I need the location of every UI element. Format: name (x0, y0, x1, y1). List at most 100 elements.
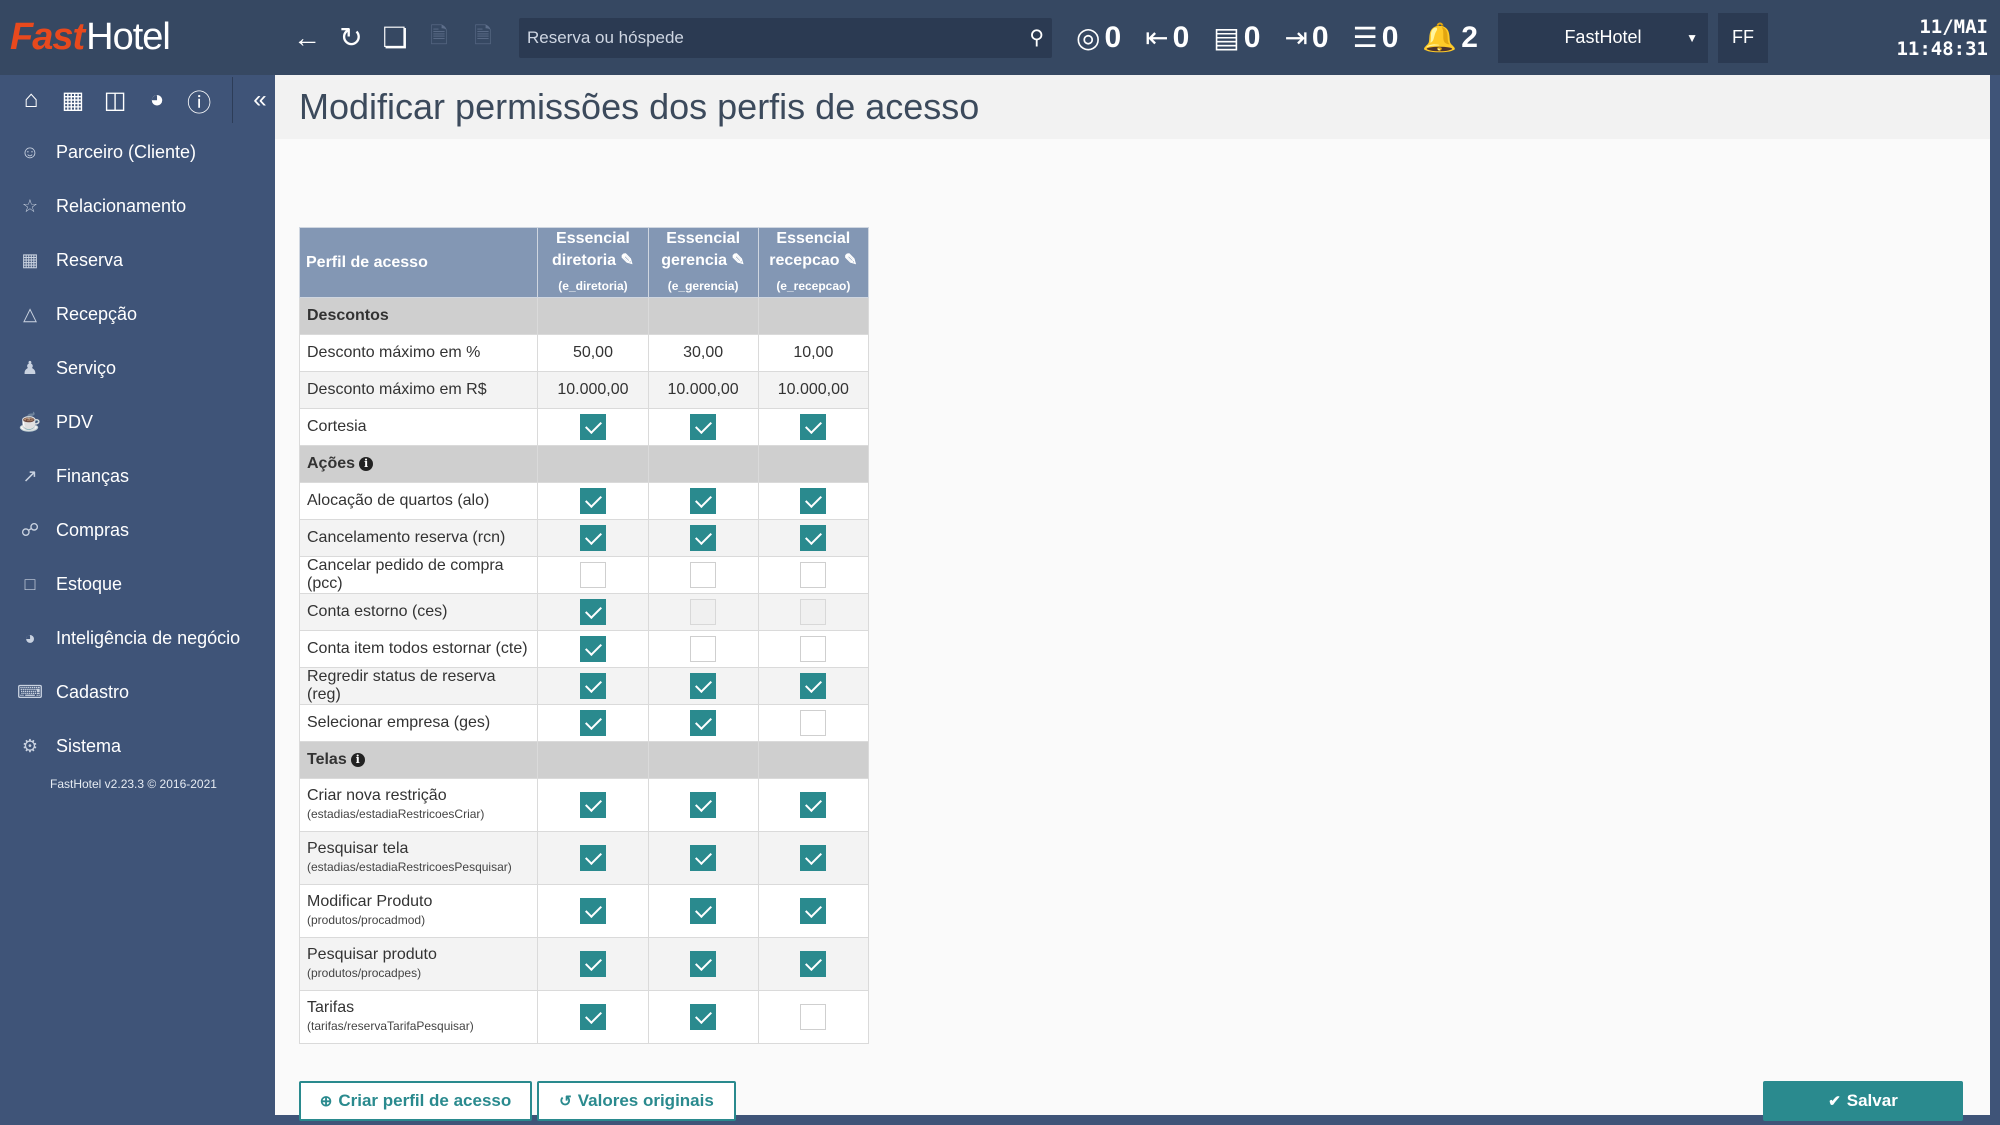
quick-access-bar: ⌂ ▦ ◫ ◕ ⓘ « (0, 75, 275, 125)
permission-checkbox[interactable] (800, 562, 827, 588)
permission-checkbox[interactable] (800, 1004, 827, 1030)
permission-checkbox[interactable] (800, 414, 827, 440)
bed-counter[interactable]: ▤ 0 (1213, 0, 1260, 75)
permission-checkbox[interactable] (579, 673, 606, 699)
dashboard-icon[interactable]: ◕ (142, 83, 172, 117)
permission-checkbox[interactable] (690, 673, 717, 699)
create-profile-button[interactable]: ⊕ Criar perfil de acesso (299, 1081, 532, 1121)
table-header-row: Perfil de acesso Essencial diretoria ✎ (e_… (298, 227, 870, 298)
sidebar-item-inteligencia[interactable]: ◕ Inteligência de negócio (0, 611, 275, 665)
permission-checkbox[interactable] (800, 792, 827, 818)
sidebar-item-financas[interactable]: ↗ Finanças (0, 449, 275, 503)
permission-checkbox[interactable] (800, 488, 827, 514)
back-arrow-icon[interactable]: ← (285, 16, 329, 60)
permission-checkbox[interactable] (579, 562, 606, 588)
permission-checkbox[interactable] (690, 488, 717, 514)
permission-checkbox[interactable] (690, 525, 717, 551)
permission-checkbox[interactable] (800, 951, 827, 977)
search-icon[interactable]: ⚲ (1029, 25, 1044, 50)
permission-checkbox[interactable] (690, 845, 717, 871)
content-body: Perfil de acesso Essencial diretoria ✎ (e_… (275, 139, 1990, 1121)
home-icon[interactable]: ⌂ (16, 83, 46, 117)
sidebar-item-sistema[interactable]: ⚙ Sistema (0, 719, 275, 773)
discount-rs-value[interactable]: 10.000,00 (647, 371, 759, 409)
permission-checkbox[interactable] (800, 636, 827, 662)
sidebar-item-compras[interactable]: ☍ Compras (0, 503, 275, 557)
save-button[interactable]: ✔ Salvar (1763, 1081, 1963, 1121)
permission-checkbox[interactable] (690, 710, 717, 736)
excel-icon[interactable]: 🗎 (461, 16, 505, 60)
permission-checkbox[interactable] (579, 488, 606, 514)
check-circle-icon: ✔ (1828, 1093, 1841, 1110)
reset-values-button[interactable]: ↺ Valores originais (537, 1081, 736, 1121)
edit-profile-link[interactable]: diretoria ✎ (552, 252, 634, 269)
profile-header-recepcao: Essencial recepcao ✎ (e_recepcao) (757, 227, 870, 298)
sidebar-item-parceiro[interactable]: ☺ Parceiro (Cliente) (0, 125, 275, 179)
list-counter[interactable]: ☰ 0 (1353, 0, 1399, 75)
permission-checkbox[interactable] (579, 636, 606, 662)
collapse-icon[interactable]: « (245, 83, 275, 117)
table-row: Desconto máximo em % 50,00 30,00 10,00 (298, 334, 870, 372)
undo-icon: ↺ (559, 1093, 572, 1110)
sidebar-item-estoque[interactable]: □ Estoque (0, 557, 275, 611)
permission-checkbox[interactable] (800, 673, 827, 699)
permission-checkbox[interactable] (579, 792, 606, 818)
info-icon[interactable]: i (350, 752, 365, 767)
sidebar-item-reserva[interactable]: ▦ Reserva (0, 233, 275, 287)
edit-profile-link[interactable]: gerencia ✎ (661, 252, 745, 269)
permission-checkbox[interactable] (579, 845, 606, 871)
permission-checkbox[interactable] (579, 525, 606, 551)
permission-checkbox[interactable] (579, 710, 606, 736)
permission-checkbox[interactable] (579, 898, 606, 924)
layout-icon[interactable]: ◫ (100, 83, 130, 117)
edit-profile-link[interactable]: recepcao ✎ (769, 252, 857, 269)
permissions-table: Perfil de acesso Essencial diretoria ✎ (e_… (298, 227, 870, 1044)
notifications-counter[interactable]: 🔔 2 (1422, 0, 1478, 75)
hotel-select[interactable]: FastHotel ▼ (1497, 12, 1708, 63)
pdf-icon[interactable]: 🗎 (417, 16, 461, 60)
permission-checkbox[interactable] (690, 599, 717, 625)
permission-checkbox[interactable] (579, 599, 606, 625)
permission-checkbox[interactable] (800, 845, 827, 871)
refresh-icon[interactable]: ↻ (329, 16, 373, 60)
departures-counter[interactable]: ⇥ 0 (1284, 0, 1328, 75)
permission-checkbox[interactable] (690, 792, 717, 818)
permission-checkbox[interactable] (690, 951, 717, 977)
permission-checkbox[interactable] (800, 599, 827, 625)
sidebar-item-pdv[interactable]: ☕ PDV (0, 395, 275, 449)
permission-checkbox[interactable] (579, 951, 606, 977)
sidebar-item-cadastro[interactable]: ⌨ Cadastro (0, 665, 275, 719)
fasthotel-logo[interactable]: Fast Hotel (0, 0, 285, 75)
permission-checkbox[interactable] (690, 636, 717, 662)
pencil-icon[interactable]: ✎ (732, 252, 745, 269)
pencil-icon[interactable]: ✎ (844, 252, 857, 269)
sidebar-item-recepcao[interactable]: △ Recepção (0, 287, 275, 341)
help-icon[interactable]: ⓘ (184, 83, 214, 117)
table-row: Desconto máximo em R$ 10.000,00 10.000,00 1… (298, 371, 870, 409)
discount-pct-value[interactable]: 50,00 (537, 334, 649, 372)
permission-checkbox[interactable] (800, 898, 827, 924)
permission-checkbox[interactable] (579, 1004, 606, 1030)
pencil-icon[interactable]: ✎ (620, 252, 633, 269)
discount-pct-value[interactable]: 10,00 (757, 334, 870, 372)
copy-icon[interactable]: ❏ (373, 16, 417, 60)
permission-checkbox[interactable] (690, 414, 717, 440)
discount-rs-value[interactable]: 10.000,00 (537, 371, 649, 409)
permission-checkbox[interactable] (690, 1004, 717, 1030)
permission-checkbox[interactable] (690, 898, 717, 924)
permission-checkbox[interactable] (579, 414, 606, 440)
target-counter[interactable]: ◎ 0 (1076, 0, 1121, 75)
permission-checkbox[interactable] (690, 562, 717, 588)
arrivals-counter[interactable]: ⇤ 0 (1145, 0, 1189, 75)
table-row: Pesquisar tela (estadias/estadiaRestricoe… (298, 831, 870, 885)
info-icon[interactable]: i (359, 456, 374, 471)
search-input[interactable] (527, 27, 1030, 48)
permission-checkbox[interactable] (800, 525, 827, 551)
discount-pct-value[interactable]: 30,00 (647, 334, 759, 372)
permission-checkbox[interactable] (800, 710, 827, 736)
sidebar-item-relacionamento[interactable]: ☆ Relacionamento (0, 179, 275, 233)
calendar-icon[interactable]: ▦ (58, 83, 88, 117)
discount-rs-value[interactable]: 10.000,00 (757, 371, 870, 409)
user-menu-button[interactable]: FF (1717, 12, 1768, 63)
sidebar-item-servico[interactable]: ♟ Serviço (0, 341, 275, 395)
